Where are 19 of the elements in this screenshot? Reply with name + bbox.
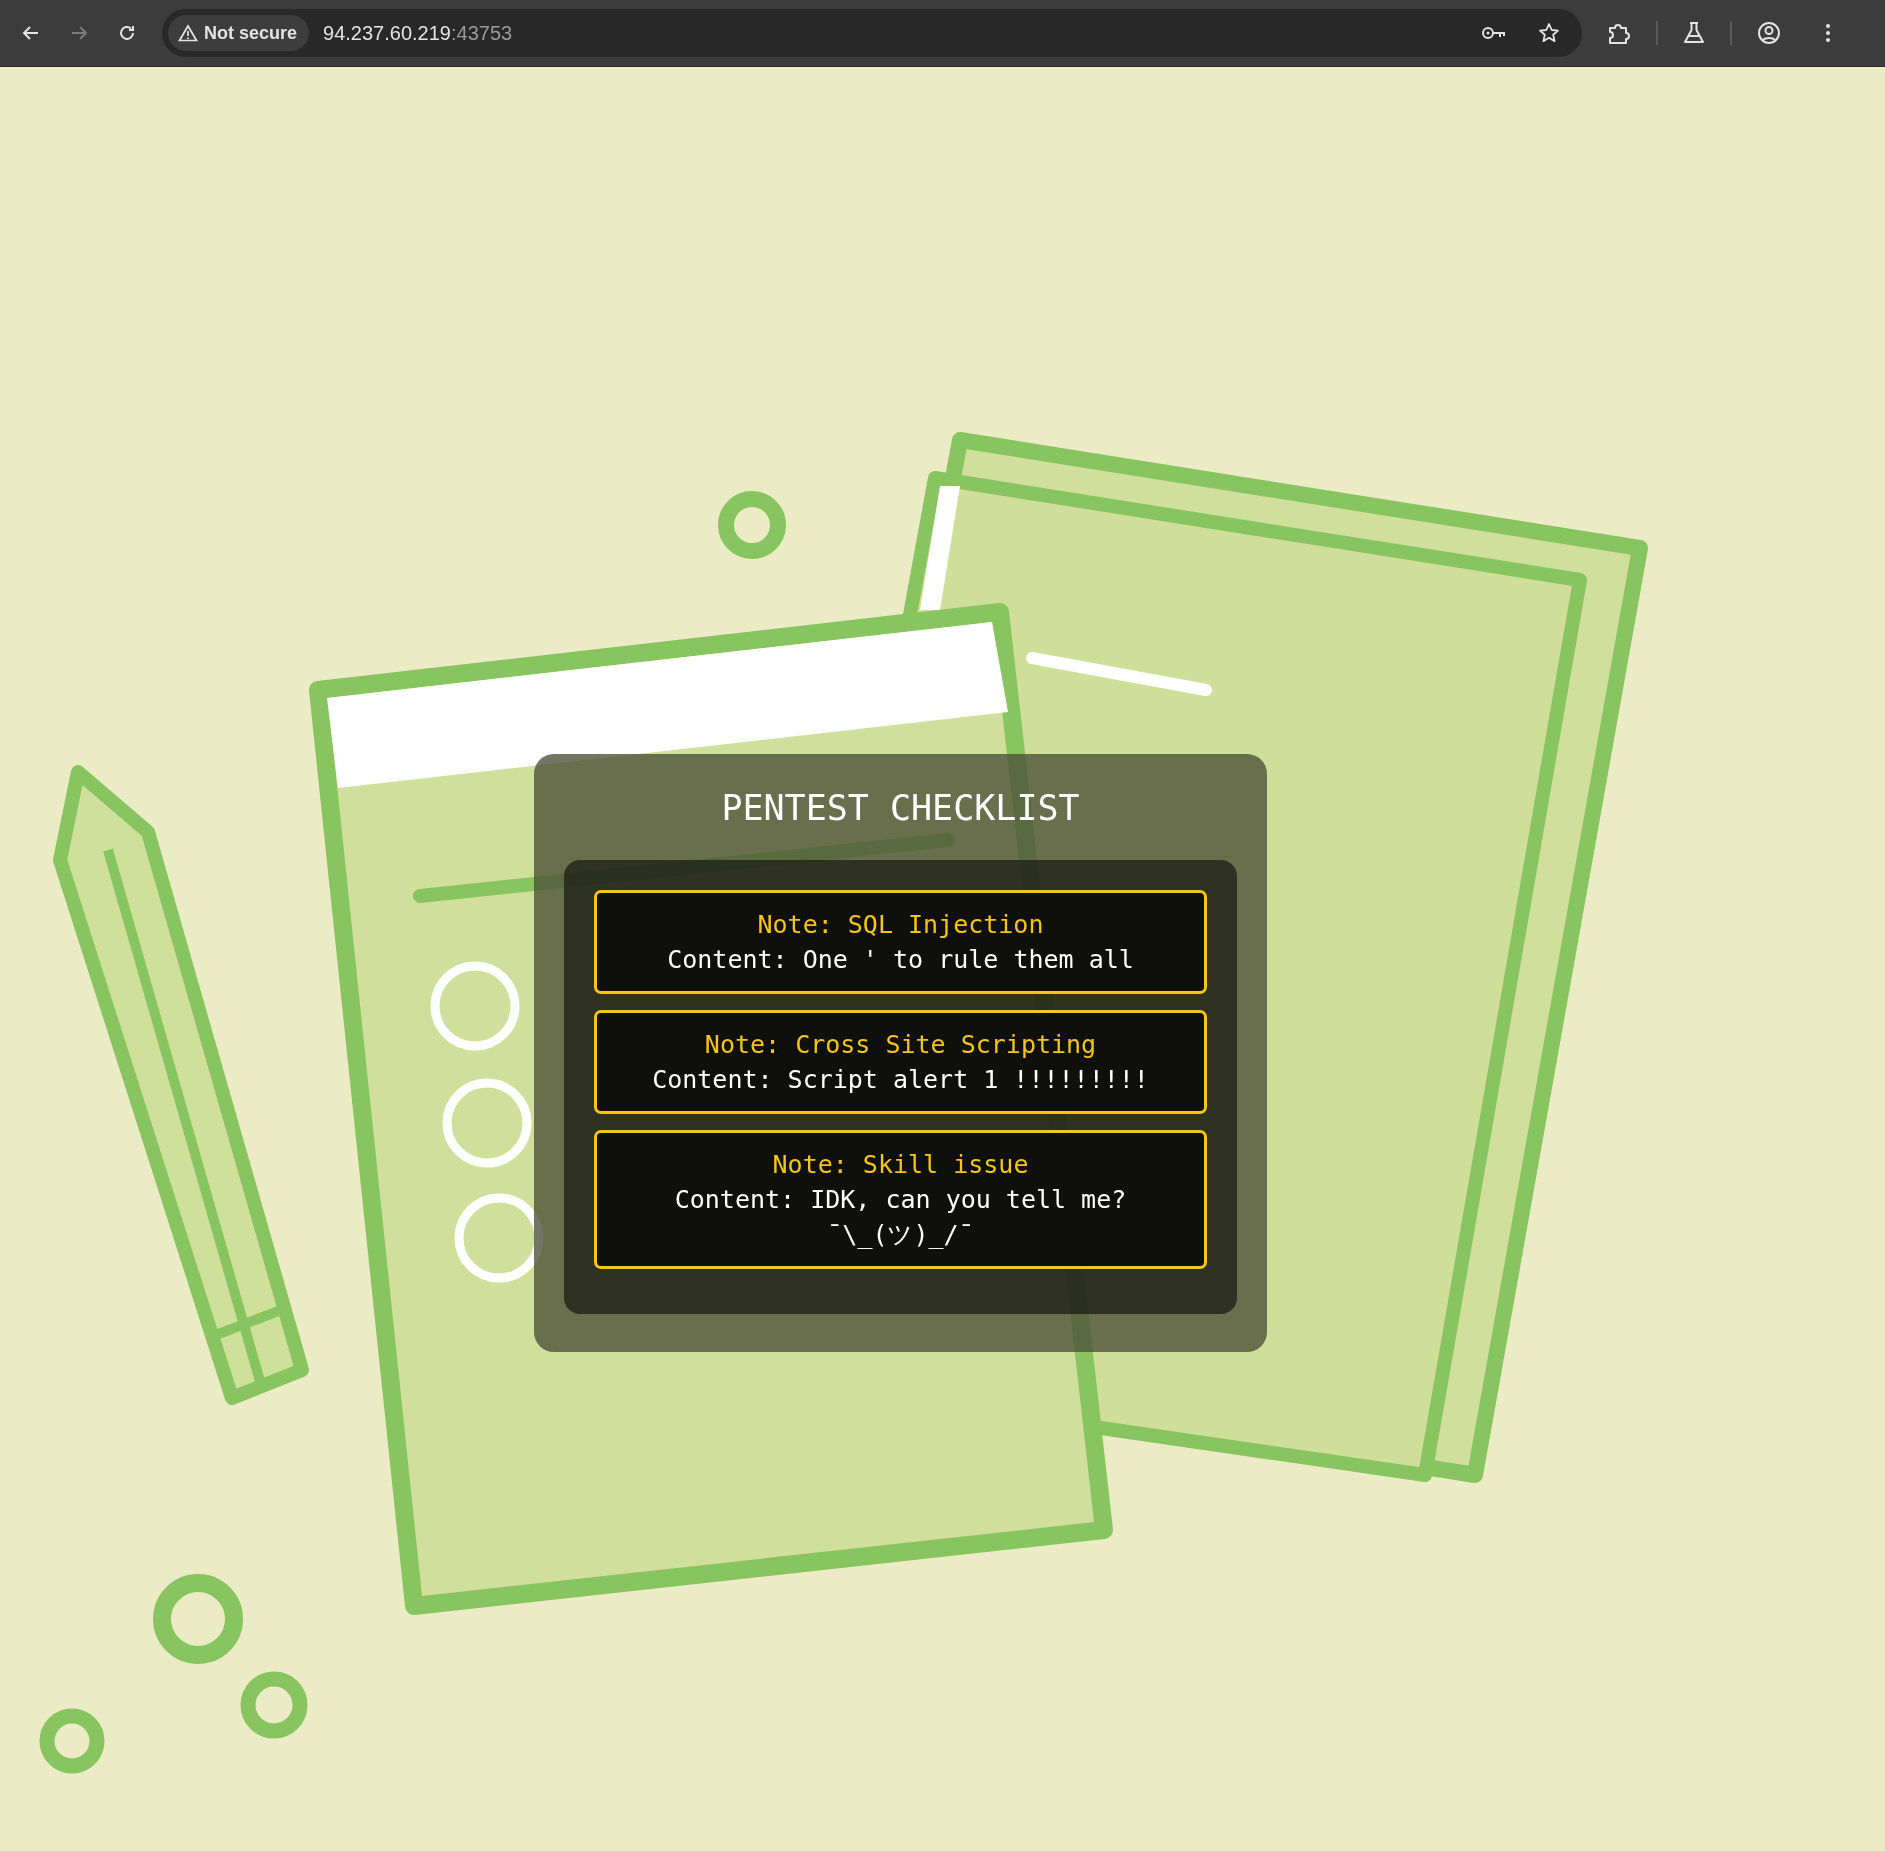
- note-title: Note: SQL Injection: [756, 909, 1045, 941]
- note-title: Note: Cross Site Scripting: [703, 1029, 1098, 1061]
- star-icon[interactable]: [1538, 22, 1560, 44]
- note-content: Content: IDK, can you tell me? ¯\_(ツ)_/¯: [673, 1184, 1128, 1251]
- ring-drawing: [240, 1671, 308, 1739]
- address-bar[interactable]: Not secure 94.237.60.219:43753: [162, 9, 1582, 57]
- flask-icon[interactable]: [1682, 20, 1706, 46]
- profile-icon[interactable]: [1756, 20, 1782, 46]
- note-content: Content: Script alert 1 !!!!!!!!!: [651, 1064, 1150, 1096]
- ring-drawing: [718, 491, 786, 559]
- ring-drawing: [39, 1708, 105, 1774]
- note-content: Content: One ' to rule them all: [666, 944, 1135, 976]
- security-chip[interactable]: Not secure: [168, 15, 310, 51]
- reload-icon: [117, 23, 137, 43]
- more-menu-icon[interactable]: [1824, 21, 1832, 45]
- note-title: Note: Skill issue: [771, 1149, 1030, 1181]
- url-text: 94.237.60.219:43753: [323, 21, 513, 45]
- checklist-title: PENTEST CHECKLIST: [721, 787, 1080, 830]
- warning-icon: [178, 24, 198, 42]
